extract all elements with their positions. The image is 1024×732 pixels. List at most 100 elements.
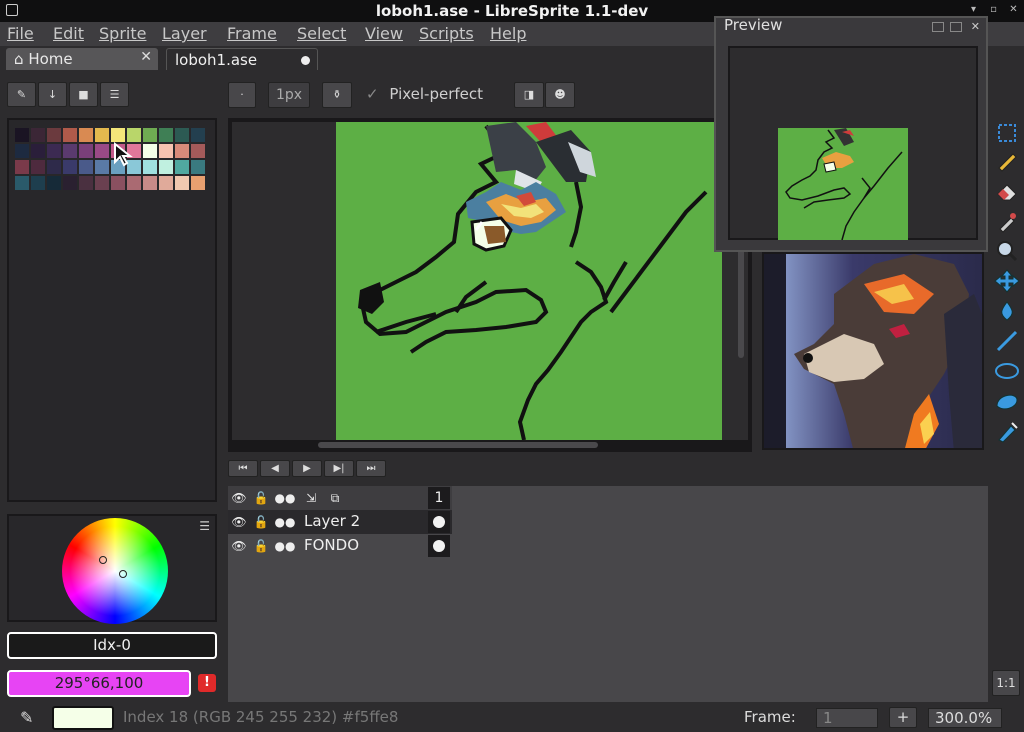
next-frame-button[interactable]: ▶| <box>324 460 354 477</box>
palette-swatch[interactable] <box>63 176 77 190</box>
palette-swatch[interactable] <box>127 128 141 142</box>
color-wheel[interactable] <box>62 518 168 624</box>
tab-home[interactable]: ⌂ Home ✕ <box>6 48 158 70</box>
palette-save-button[interactable]: ■ <box>69 82 98 107</box>
warning-icon[interactable]: ! <box>198 674 216 692</box>
menu-select[interactable]: Select <box>297 24 346 43</box>
palette-swatch[interactable] <box>191 128 205 142</box>
palette-swatch[interactable] <box>175 144 189 158</box>
canvas-viewport[interactable] <box>232 122 748 440</box>
layer-lock-icon[interactable]: 🔓 <box>250 536 272 556</box>
palette-swatch[interactable] <box>143 176 157 190</box>
eyedropper-tool[interactable] <box>993 208 1021 234</box>
palette-swatch[interactable] <box>159 160 173 174</box>
layer-row-fondo[interactable]: 👁 🔓 ●● FONDO <box>228 534 452 558</box>
rectangular-marquee-tool[interactable] <box>993 120 1021 146</box>
palette-swatch[interactable] <box>47 128 61 142</box>
canvas-vertical-scrollbar[interactable] <box>738 248 744 358</box>
palette-swatch[interactable] <box>79 144 93 158</box>
palette-swatch[interactable] <box>79 160 93 174</box>
ellipse-tool[interactable] <box>993 358 1021 384</box>
last-frame-button[interactable]: ⏭ <box>356 460 386 477</box>
canvas-horizontal-scrollbar[interactable] <box>318 442 598 448</box>
onion-range-icon[interactable]: ⧉ <box>324 488 346 508</box>
brush-size-field[interactable]: 1px <box>268 82 310 108</box>
palette-swatch[interactable] <box>111 128 125 142</box>
palette-swatch[interactable] <box>143 144 157 158</box>
palette-swatch[interactable] <box>15 128 29 142</box>
palette-swatch[interactable] <box>47 144 61 158</box>
palette-swatch[interactable] <box>95 160 109 174</box>
palette-swatch[interactable] <box>95 144 109 158</box>
palette-swatch[interactable] <box>15 144 29 158</box>
layer-visibility-icon[interactable]: 👁 <box>228 536 250 556</box>
cel[interactable] <box>428 535 450 557</box>
palette-swatch[interactable] <box>31 144 45 158</box>
transparency-button[interactable]: ☻ <box>545 82 575 108</box>
move-tool[interactable] <box>993 268 1021 294</box>
layer-continuous-icon[interactable]: ●● <box>274 512 296 532</box>
minimize-icon[interactable]: ▾ <box>968 4 979 15</box>
timeline-empty-area[interactable] <box>228 558 988 702</box>
zoom-reset-button[interactable]: 1:1 <box>992 670 1020 696</box>
palette-swatch[interactable] <box>175 128 189 142</box>
hsv-color-field[interactable]: 295°66,100 <box>7 670 191 697</box>
menu-scripts[interactable]: Scripts <box>419 24 474 43</box>
palette-swatch[interactable] <box>111 176 125 190</box>
foreground-color-swatch[interactable] <box>52 706 114 730</box>
tab-loboh1[interactable]: loboh1.ase <box>166 48 318 70</box>
canvas-editor[interactable] <box>228 118 752 452</box>
close-tab-icon[interactable]: ✕ <box>140 49 152 65</box>
palette-swatch[interactable] <box>159 144 173 158</box>
zoom-field[interactable]: 300.0% <box>928 708 1002 728</box>
palette-swatch[interactable] <box>191 176 205 190</box>
palette-swatch[interactable] <box>143 160 157 174</box>
palette-swatch[interactable] <box>95 176 109 190</box>
wheel-fg-marker[interactable] <box>99 556 107 564</box>
palette-swatch[interactable] <box>63 128 77 142</box>
frame-input[interactable]: 1 <box>816 708 878 728</box>
palette-swatch[interactable] <box>47 176 61 190</box>
add-frame-button[interactable]: + <box>889 707 917 728</box>
cel[interactable] <box>428 511 450 533</box>
sprite-canvas[interactable] <box>336 122 722 440</box>
palette-swatch[interactable] <box>191 160 205 174</box>
frame-header-1[interactable]: 1 <box>428 487 450 509</box>
continuous-icon[interactable]: ●● <box>274 488 296 508</box>
preview-option-icon-2[interactable] <box>950 22 962 32</box>
palette-swatch[interactable] <box>63 160 77 174</box>
palette-swatch[interactable] <box>31 160 45 174</box>
palette-menu-button[interactable]: ☰ <box>100 82 129 107</box>
line-tool[interactable] <box>993 328 1021 354</box>
palette-swatch[interactable] <box>79 128 93 142</box>
eyedropper-icon[interactable]: ✎ <box>20 708 33 727</box>
ink-button[interactable]: ⚱ <box>322 82 352 108</box>
symmetry-button[interactable]: ◨ <box>514 82 544 108</box>
paint-bucket-tool[interactable] <box>993 298 1021 324</box>
first-frame-button[interactable]: ⏮ <box>228 460 258 477</box>
modified-dot-icon[interactable] <box>301 56 310 65</box>
palette-swatch[interactable] <box>79 176 93 190</box>
wheel-menu-icon[interactable]: ☰ <box>199 519 210 533</box>
palette-swatch[interactable] <box>47 160 61 174</box>
brush-type-button[interactable]: · <box>228 82 256 108</box>
layer-continuous-icon[interactable]: ●● <box>274 536 296 556</box>
palette-swatch[interactable] <box>143 128 157 142</box>
palette-swatch[interactable] <box>15 176 29 190</box>
menu-file[interactable]: File <box>7 24 34 43</box>
palette-swatch[interactable] <box>191 144 205 158</box>
palette-edit-button[interactable]: ✎ <box>7 82 36 107</box>
menu-layer[interactable]: Layer <box>162 24 207 43</box>
onion-skin-icon[interactable]: ⇲ <box>300 488 322 508</box>
preview-window[interactable]: Preview ✕ <box>714 16 988 252</box>
palette-swatch[interactable] <box>175 160 189 174</box>
palette-swatch[interactable] <box>159 128 173 142</box>
preview-close-icon[interactable]: ✕ <box>971 20 980 33</box>
eye-icon[interactable]: 👁 <box>228 488 250 508</box>
menu-view[interactable]: View <box>365 24 403 43</box>
eraser-tool[interactable] <box>993 178 1021 204</box>
palette-swatch[interactable] <box>127 176 141 190</box>
palette-swatch[interactable] <box>63 144 77 158</box>
palette-index-field[interactable]: Idx-0 <box>7 632 217 659</box>
play-button[interactable]: ▶ <box>292 460 322 477</box>
